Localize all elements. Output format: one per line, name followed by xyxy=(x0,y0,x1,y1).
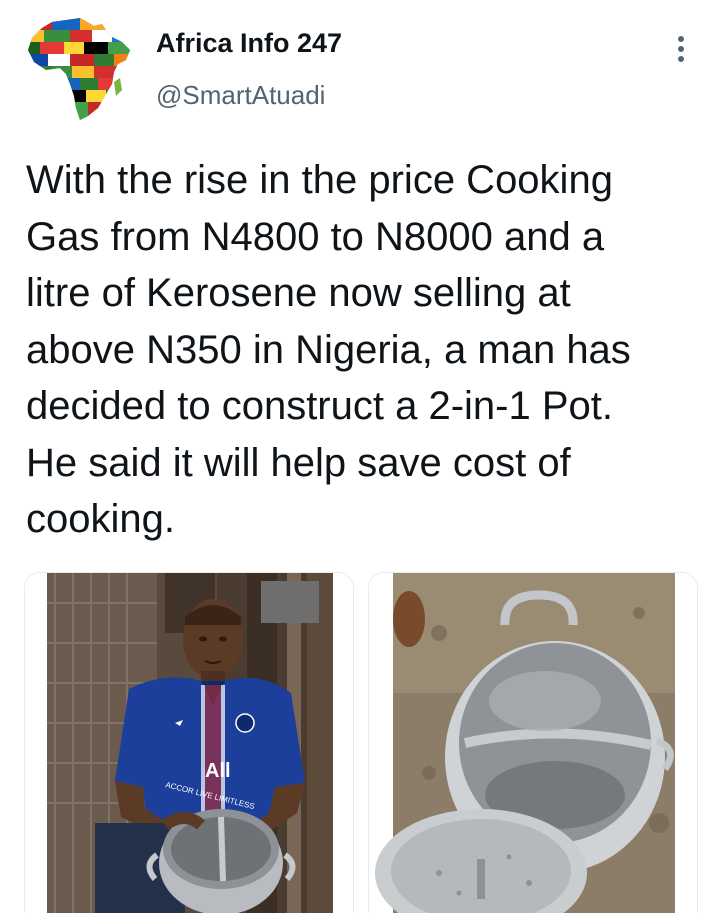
more-dot xyxy=(678,36,684,42)
media-photo-two-in-one-pot[interactable] xyxy=(368,572,698,913)
tweet-text-line: cooking. xyxy=(26,497,175,541)
tweet-card: Africa Info 247 @SmartAtuadi With the ri… xyxy=(0,0,720,913)
shirt-badge-text: All xyxy=(205,760,231,782)
tweet-text-line: litre of Kerosene now selling at xyxy=(26,271,571,315)
photo-two-in-one-pot xyxy=(369,573,697,913)
tweet-text-line: decided to construct a 2-in-1 Pot. xyxy=(26,384,613,428)
tweet-text-line: He said it will help save cost of xyxy=(26,440,571,485)
tweet-text-line: With the rise in the price Cooking xyxy=(26,158,613,202)
more-dot xyxy=(678,46,684,52)
more-dot xyxy=(678,56,684,62)
more-options-icon[interactable] xyxy=(664,28,698,68)
tweet-text-line: Gas from N4800 to N8000 and a xyxy=(26,214,605,259)
media-grid: All ACCOR LIVE LIMITLESS xyxy=(24,572,698,913)
africa-flags-map-icon xyxy=(28,18,130,120)
author-handle[interactable]: @SmartAtuadi xyxy=(156,80,325,111)
tweet-text: With the rise in the price Cooking Gas f… xyxy=(26,152,696,548)
media-photo-man-with-pot[interactable]: All ACCOR LIVE LIMITLESS xyxy=(24,572,354,913)
photo-man-with-pot: All ACCOR LIVE LIMITLESS xyxy=(25,573,353,913)
tweet-text-line: above N350 in Nigeria, a man has xyxy=(26,327,631,372)
author-avatar[interactable] xyxy=(22,12,134,124)
author-display-name[interactable]: Africa Info 247 xyxy=(156,28,342,59)
